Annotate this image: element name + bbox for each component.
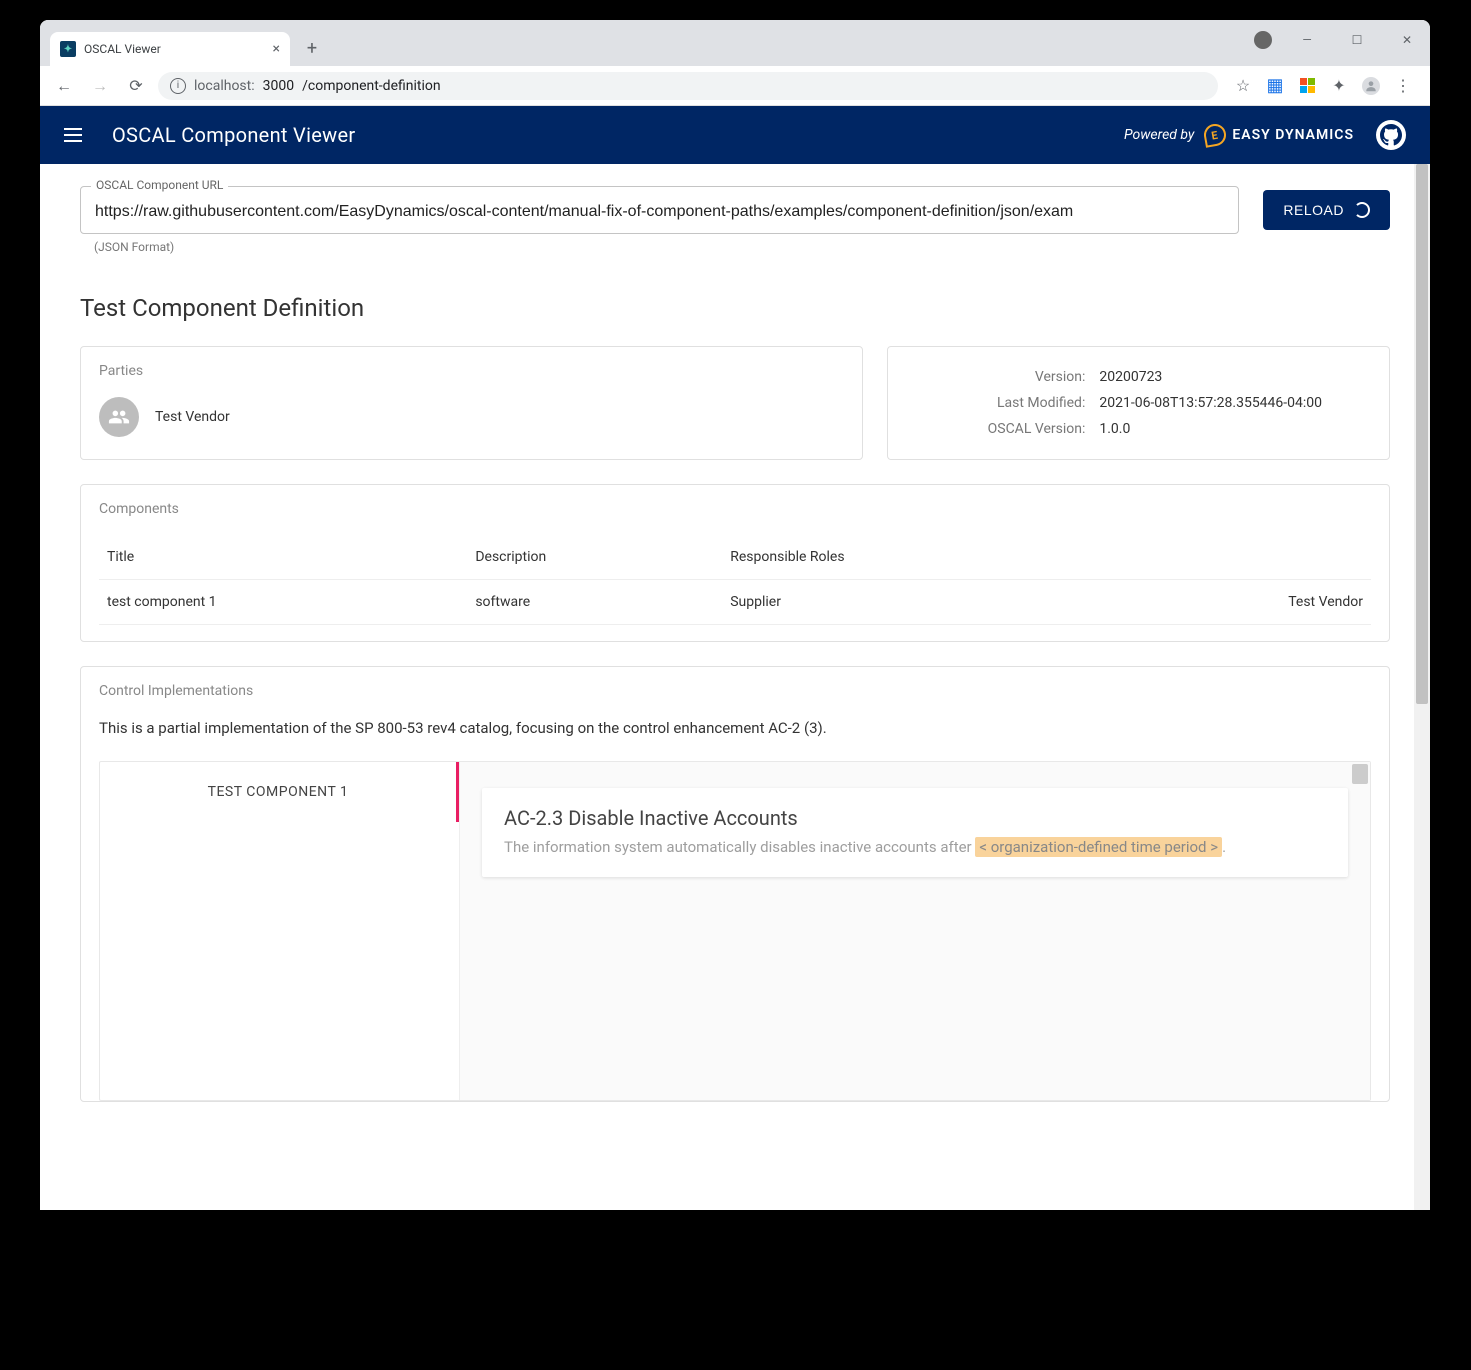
- close-window-button[interactable]: ✕: [1384, 20, 1430, 60]
- components-label: Components: [99, 501, 1371, 517]
- star-icon[interactable]: ☆: [1234, 77, 1252, 95]
- powered-by: Powered by E EASY DYNAMICS: [1124, 120, 1406, 150]
- back-button[interactable]: ←: [50, 72, 78, 100]
- app-title: OSCAL Component Viewer: [112, 123, 355, 147]
- implementation-tab[interactable]: TEST COMPONENT 1: [100, 762, 459, 822]
- windows-icon[interactable]: [1298, 77, 1316, 95]
- browser-menu-icon[interactable]: ⋮: [1394, 77, 1412, 95]
- address-bar: ← → ⟳ i localhost: 3000/component-definit…: [40, 66, 1430, 106]
- scrollbar-thumb[interactable]: [1416, 164, 1428, 704]
- requirement-card: AC-2.3 Disable Inactive Accounts The inf…: [482, 788, 1348, 877]
- implementation-detail: TEST COMPONENT 1 AC-2.3 Disable Inactive…: [99, 761, 1371, 1101]
- new-tab-button[interactable]: +: [298, 34, 326, 62]
- reload-button-label: RELOAD: [1283, 202, 1344, 218]
- browser-tab-bar: ✦ OSCAL Viewer × + — ☐ ✕: [40, 20, 1430, 66]
- oscal-value: 1.0.0: [1093, 417, 1369, 441]
- url-host: localhost:: [194, 78, 255, 94]
- implementation-tabs: TEST COMPONENT 1: [100, 762, 460, 1100]
- components-table: Title Description Responsible Roles test…: [99, 535, 1371, 625]
- cell-description: software: [467, 580, 722, 625]
- brand-logo-icon: E: [1203, 122, 1228, 147]
- modified-label: Last Modified:: [908, 391, 1092, 415]
- col-title: Title: [99, 535, 467, 580]
- component-url-input[interactable]: [95, 203, 1224, 221]
- reload-button[interactable]: RELOAD: [1263, 190, 1390, 230]
- requirement-title: AC-2.3 Disable Inactive Accounts: [504, 806, 1326, 830]
- metadata-card: Version:20200723 Last Modified:2021-06-0…: [887, 346, 1390, 460]
- page-content: OSCAL Component URL (JSON Format) RELOAD…: [40, 164, 1430, 1210]
- req-desc-prefix: The information system automatically dis…: [504, 838, 975, 856]
- minimize-button[interactable]: —: [1284, 20, 1330, 60]
- version-value: 20200723: [1093, 365, 1369, 389]
- url-port: 3000: [263, 78, 294, 94]
- site-info-icon[interactable]: i: [170, 78, 186, 94]
- cell-title: test component 1: [99, 580, 467, 625]
- page-scrollbar[interactable]: [1414, 164, 1430, 1210]
- party-row: Test Vendor: [99, 397, 844, 437]
- favicon-icon: ✦: [60, 41, 76, 57]
- apps-grid-icon[interactable]: ▦: [1266, 77, 1284, 95]
- maximize-button[interactable]: ☐: [1334, 20, 1380, 60]
- app-header: OSCAL Component Viewer Powered by E EASY…: [40, 106, 1430, 164]
- reload-spinner-icon: [1354, 202, 1370, 218]
- powered-by-label: Powered by: [1124, 127, 1194, 143]
- requirement-description: The information system automatically dis…: [504, 836, 1326, 859]
- forward-button[interactable]: →: [86, 72, 114, 100]
- profile-dot-icon: [1254, 31, 1272, 49]
- url-path: /component-definition: [302, 78, 440, 94]
- cell-role: Supplier: [722, 580, 1104, 625]
- modified-value: 2021-06-08T13:57:28.355446-04:00: [1093, 391, 1369, 415]
- table-row: test component 1 software Supplier Test …: [99, 580, 1371, 625]
- col-roles: Responsible Roles: [722, 535, 1104, 580]
- close-tab-icon[interactable]: ×: [273, 41, 280, 57]
- brand-name: EASY DYNAMICS: [1232, 127, 1354, 143]
- browser-window: ✦ OSCAL Viewer × + — ☐ ✕ ← → ⟳ i localho…: [40, 20, 1430, 1210]
- parameter-placeholder: < organization-defined time period >: [975, 837, 1222, 857]
- address-input[interactable]: i localhost: 3000/component-definition: [158, 72, 1218, 100]
- col-description: Description: [467, 535, 722, 580]
- implementation-description: This is a partial implementation of the …: [99, 719, 1371, 737]
- extension-icons: ☆ ▦ ✦ ⋮: [1226, 77, 1420, 95]
- inner-scrollbar[interactable]: [1352, 764, 1368, 784]
- cell-vendor: Test Vendor: [1105, 580, 1371, 625]
- req-desc-suffix: .: [1222, 838, 1226, 856]
- url-helper-text: (JSON Format): [94, 240, 1239, 254]
- page-title: Test Component Definition: [80, 294, 1390, 322]
- menu-button[interactable]: [64, 128, 88, 142]
- party-name: Test Vendor: [155, 409, 230, 425]
- browser-tab[interactable]: ✦ OSCAL Viewer ×: [50, 32, 290, 66]
- url-field-label: OSCAL Component URL: [91, 178, 228, 192]
- profile-avatar[interactable]: [1362, 77, 1380, 95]
- reload-page-button[interactable]: ⟳: [122, 72, 150, 100]
- parties-label: Parties: [99, 363, 844, 379]
- window-controls: — ☐ ✕: [1254, 20, 1430, 60]
- parties-card: Parties Test Vendor: [80, 346, 863, 460]
- implementations-card: Control Implementations This is a partia…: [80, 666, 1390, 1102]
- url-fieldset: OSCAL Component URL: [80, 186, 1239, 234]
- version-label: Version:: [908, 365, 1092, 389]
- extensions-icon[interactable]: ✦: [1330, 77, 1348, 95]
- oscal-label: OSCAL Version:: [908, 417, 1092, 441]
- components-card: Components Title Description Responsible…: [80, 484, 1390, 642]
- tab-title: OSCAL Viewer: [84, 42, 161, 56]
- implementation-pane: AC-2.3 Disable Inactive Accounts The inf…: [460, 762, 1370, 1100]
- implementations-label: Control Implementations: [99, 683, 1371, 699]
- brand-logo[interactable]: E EASY DYNAMICS: [1204, 124, 1354, 146]
- github-link[interactable]: [1376, 120, 1406, 150]
- group-icon: [99, 397, 139, 437]
